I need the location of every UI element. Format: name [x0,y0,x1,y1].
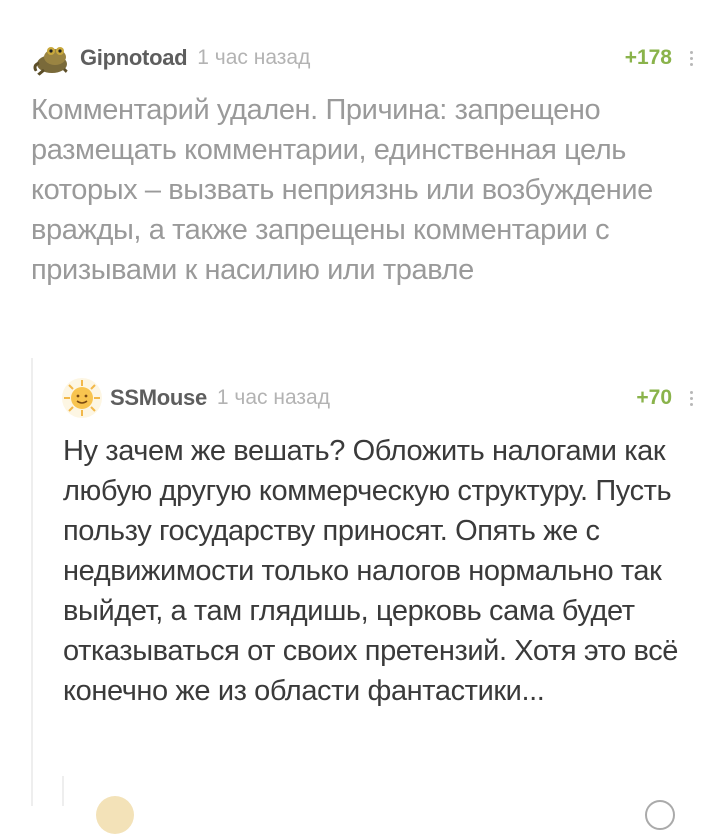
avatar[interactable] [96,796,134,834]
comment-rating: +178 [624,46,672,69]
comment-rating: +70 [636,386,672,409]
comment-time[interactable]: 1 час назад [217,386,330,410]
author-name[interactable]: Gipnotoad [80,45,188,71]
comment-header: SSMouse 1 час назад +70 [62,376,702,420]
reply-thread-line[interactable] [62,776,64,806]
toad-icon[interactable] [30,37,72,79]
more-menu-icon[interactable] [645,800,675,830]
reply-thread-line[interactable] [31,358,33,806]
comment-text: Комментарий удален. Причина: запрещено р… [31,94,653,286]
sun-face-icon[interactable] [62,378,102,418]
more-menu-icon[interactable] [680,48,702,69]
comment-time[interactable]: 1 час назад [197,46,310,70]
more-menu-icon[interactable] [680,388,702,409]
comment-text: Ну зачем же вешать? Обложить налогами ка… [63,435,679,707]
author-name[interactable]: SSMouse [110,385,207,411]
comment-header: Gipnotoad 1 час назад +178 [30,36,702,80]
